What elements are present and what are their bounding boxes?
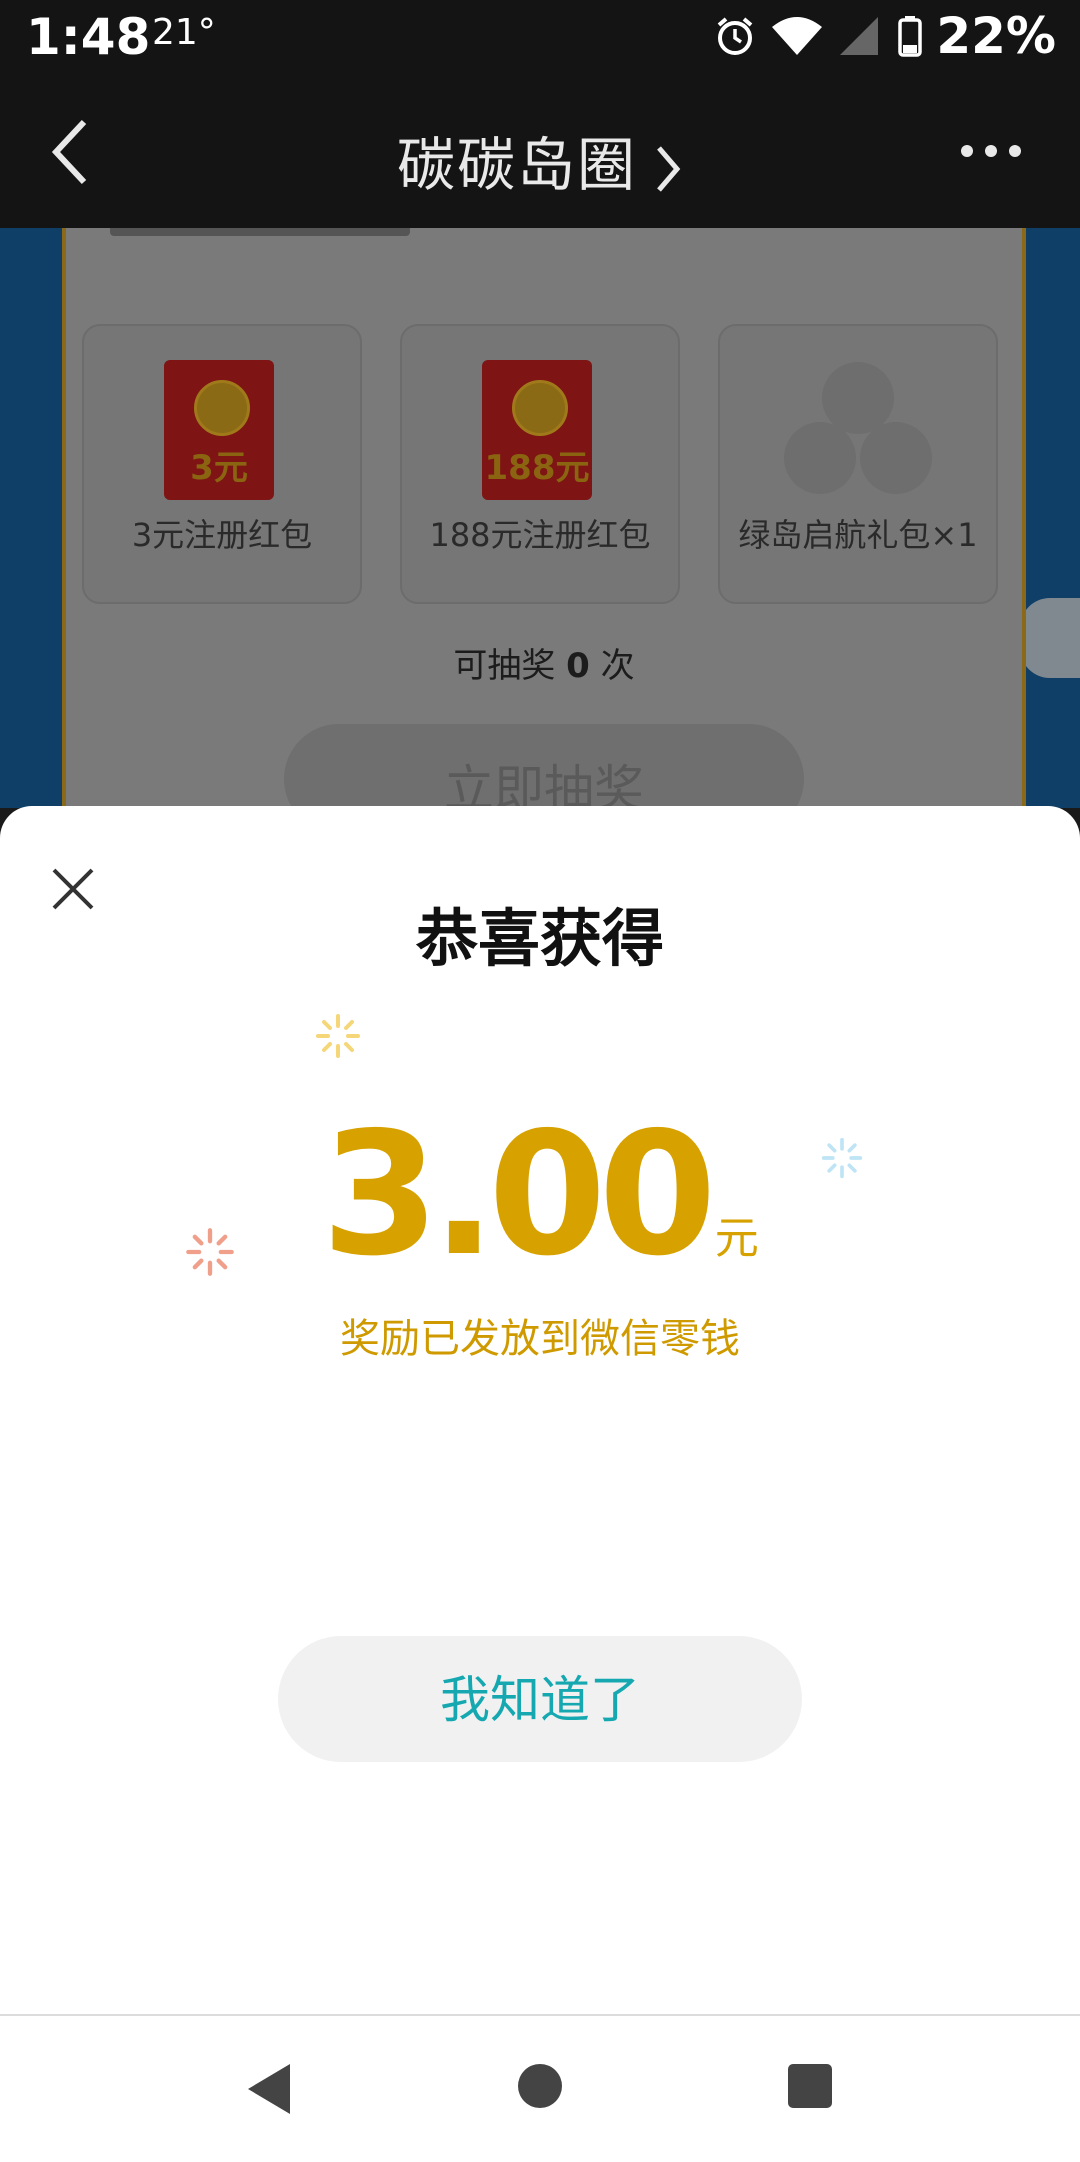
- red-envelope-icon: 188元: [482, 360, 592, 500]
- treasure-chest-icon: [860, 422, 932, 494]
- draw-count-suffix: 次: [600, 646, 635, 686]
- signal-icon: [840, 17, 879, 55]
- prize-item: 绿岛启航礼包×1: [718, 324, 998, 604]
- cloud-decoration: [1020, 598, 1080, 678]
- prize-label: 3元注册红包: [131, 516, 313, 554]
- coin-icon: [512, 380, 568, 436]
- status-bar: 1:48 21° 22%: [0, 0, 1080, 74]
- coin-icon: [194, 380, 250, 436]
- wifi-icon: [772, 17, 823, 55]
- envelope-amount: 188元: [484, 448, 590, 488]
- status-icons: 22%: [714, 6, 1056, 66]
- sparkle-icon: [316, 1014, 360, 1058]
- battery-percent: 22%: [936, 7, 1056, 65]
- reward-notice: 奖励已发放到微信零钱: [340, 1316, 740, 1362]
- alarm-icon: [718, 17, 753, 55]
- draw-count-value: 0: [566, 646, 590, 686]
- more-dots-icon[interactable]: [958, 138, 1024, 164]
- prize-item: 188元 188元注册红包: [400, 324, 680, 604]
- draw-count-prefix: 可抽奖: [453, 646, 556, 686]
- navigation-bar: [0, 2014, 1080, 2162]
- red-envelope-icon: 3元: [164, 360, 274, 500]
- status-temperature: 21°: [152, 12, 216, 53]
- battery-icon: [898, 16, 923, 57]
- status-time: 1:48: [26, 8, 151, 66]
- dialog-title: 恭喜获得: [415, 902, 664, 975]
- confirm-button[interactable]: 我知道了: [278, 1636, 802, 1762]
- ticket-icon: [784, 422, 856, 494]
- draw-count: 可抽奖 0 次: [66, 638, 1022, 687]
- nav-home-icon[interactable]: [516, 2062, 564, 2110]
- nav-recents-icon[interactable]: [786, 2062, 834, 2110]
- envelope-amount: 3元: [190, 448, 248, 488]
- lottery-card: 3元 3元注册红包 188元 188元注册红包 绿岛启航礼包×1 可抽奖 0 次…: [62, 228, 1026, 808]
- reward-amount-unit: 元: [714, 1213, 759, 1264]
- title-bar: 碳碳岛圈: [0, 74, 1080, 228]
- background-page: 3元 3元注册红包 188元 188元注册红包 绿岛启航礼包×1 可抽奖 0 次…: [0, 228, 1080, 808]
- card-heading-fragment: [110, 228, 410, 236]
- nav-back-icon[interactable]: [244, 2062, 294, 2116]
- reward-dialog: 恭喜获得 3.00 元 奖励已发放到微信零钱 我知道了: [0, 806, 1080, 2014]
- page-title-text: 碳碳岛圈: [396, 131, 637, 199]
- reward-amount-value: 3.00: [321, 1096, 716, 1294]
- prize-item: 3元 3元注册红包: [82, 324, 362, 604]
- page-title[interactable]: 碳碳岛圈: [0, 118, 1080, 202]
- reward-amount: 3.00 元: [0, 1096, 1080, 1294]
- prize-label: 绿岛启航礼包×1: [738, 516, 978, 554]
- chevron-right-icon: [657, 146, 681, 192]
- draw-button: 立即抽奖: [284, 724, 804, 808]
- prize-label: 188元注册红包: [429, 516, 651, 554]
